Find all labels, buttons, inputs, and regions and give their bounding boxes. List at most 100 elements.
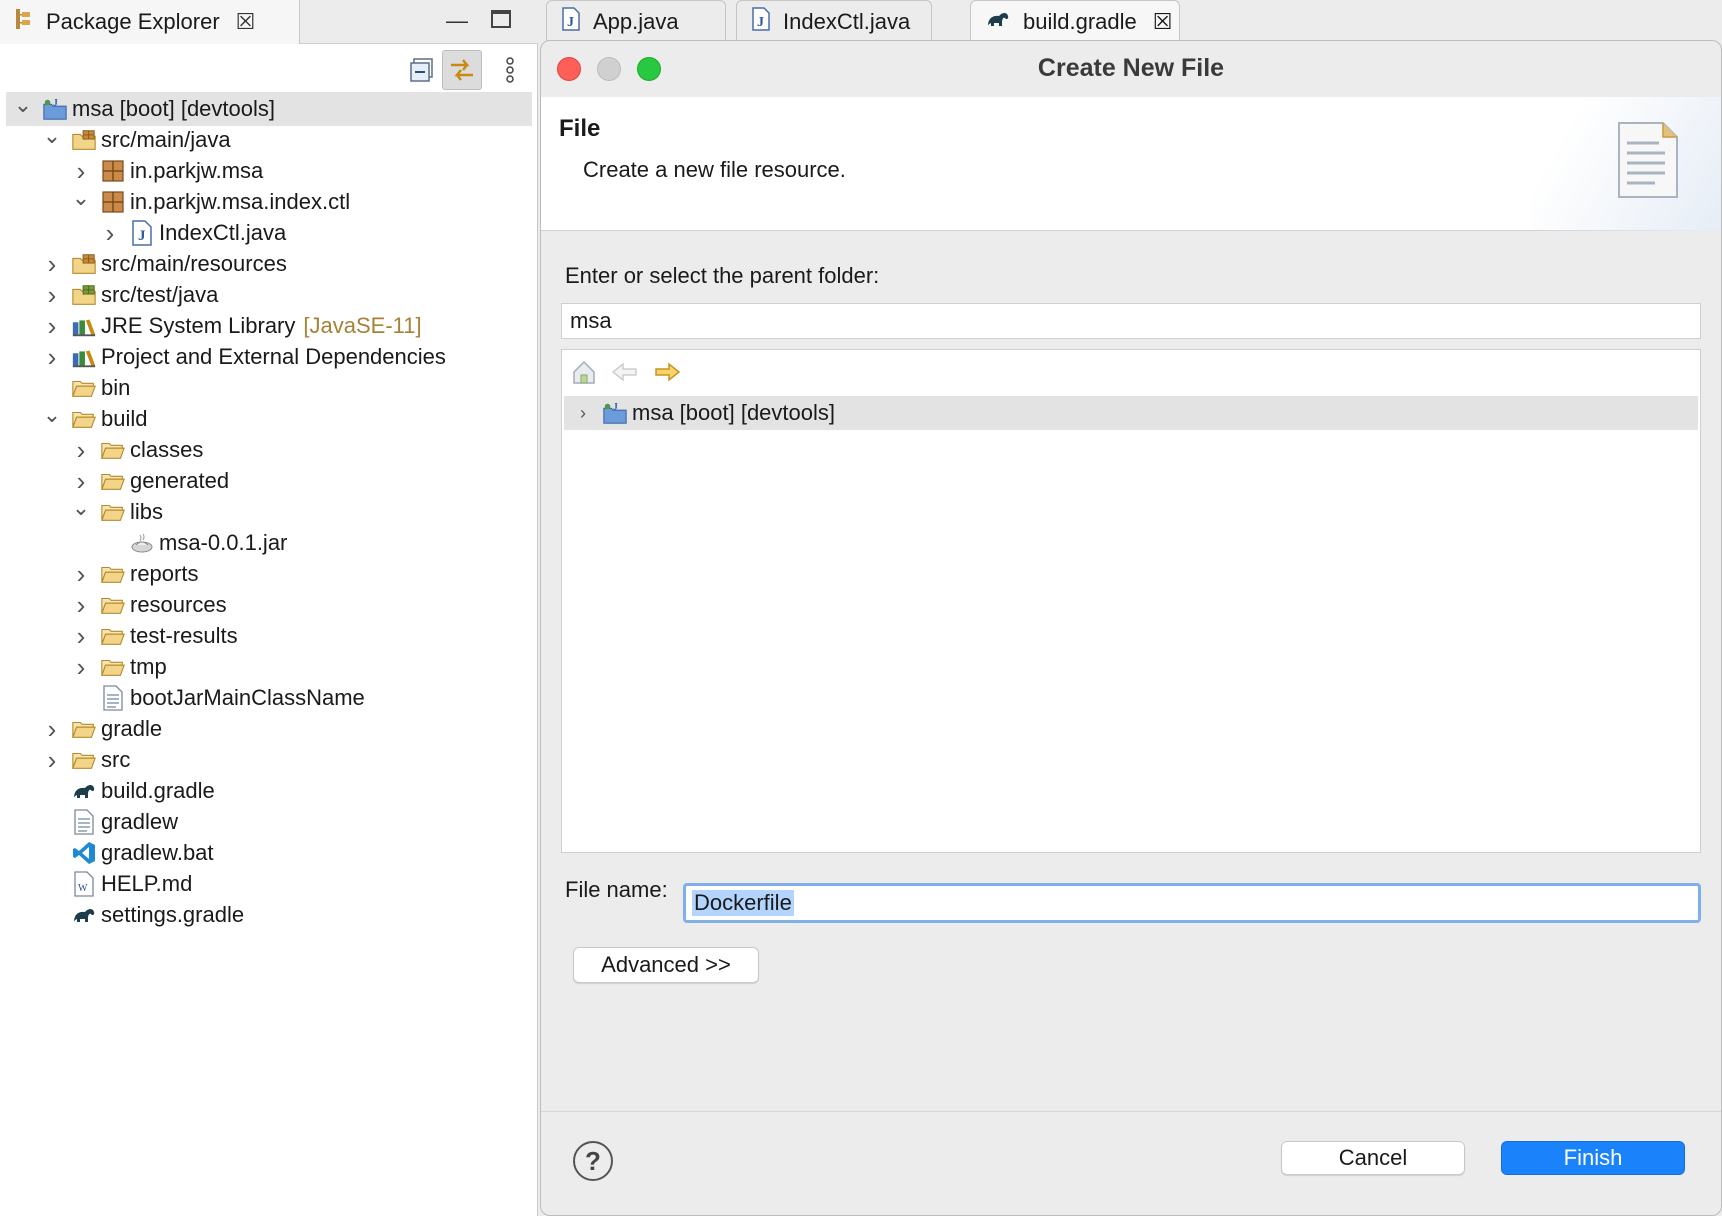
chevron-right-icon[interactable]: › — [99, 218, 121, 248]
chevron-right-icon[interactable]: › — [70, 652, 92, 682]
footer-divider — [541, 1111, 1721, 1112]
tab-package-explorer[interactable]: Package Explorer ☒ — [0, 0, 300, 44]
banner-title: File — [559, 115, 601, 142]
chevron-right-icon[interactable]: › — [41, 249, 63, 279]
collapse-all-icon — [410, 58, 433, 82]
tree-item[interactable]: › resources — [6, 588, 532, 622]
chevron-right-icon[interactable]: › — [70, 621, 92, 651]
tree-item[interactable]: › reports — [6, 557, 532, 591]
tree-item[interactable]: ⌄ src/main/java — [6, 123, 532, 157]
close-icon[interactable]: ☒ — [1153, 9, 1173, 35]
tree-item[interactable]: gradlew — [6, 805, 532, 839]
chevron-right-icon[interactable]: › — [41, 342, 63, 372]
tree-item[interactable]: settings.gradle — [6, 898, 532, 932]
collapse-all-button[interactable] — [402, 50, 442, 90]
tree-item-label: gradle — [101, 716, 163, 741]
forward-arrow-icon[interactable] — [652, 360, 682, 389]
tab-app-java[interactable]: J App.java — [546, 0, 726, 42]
chevron-right-icon[interactable]: › — [41, 311, 63, 341]
tree-item[interactable]: › tmp — [6, 650, 532, 684]
chevron-down-icon[interactable]: ⌄ — [70, 185, 92, 210]
tab-build-gradle[interactable]: build.gradle ☒ — [970, 0, 1180, 42]
close-window-button[interactable] — [557, 57, 581, 81]
tree-item[interactable]: build.gradle — [6, 774, 532, 808]
tree-item[interactable]: › src — [6, 743, 532, 777]
cancel-button[interactable]: Cancel — [1281, 1141, 1465, 1175]
zoom-window-button[interactable] — [637, 57, 661, 81]
tree-item-label: libs — [130, 499, 164, 524]
tree-item[interactable]: msa-0.0.1.jar — [6, 526, 532, 560]
chevron-right-icon[interactable]: › — [41, 280, 63, 310]
chevron-right-icon[interactable]: › — [41, 745, 63, 775]
tree-item[interactable]: › JRE System Library [JavaSE-11] — [6, 309, 532, 343]
folder-tree-toolbar — [570, 356, 682, 392]
chevron-down-icon[interactable]: ⌄ — [70, 495, 92, 520]
tree-item[interactable]: W HELP.md — [6, 867, 532, 901]
chevron-right-icon[interactable]: › — [41, 714, 63, 744]
package-explorer-tabbar: Package Explorer ☒ — — [0, 0, 538, 44]
tree-item[interactable]: gradlew.bat — [6, 836, 532, 870]
java-file-icon: J — [751, 6, 771, 37]
tree-item-label: test-results — [130, 623, 238, 648]
close-icon[interactable]: ☒ — [236, 9, 256, 35]
tree-item[interactable]: › src/test/java — [6, 278, 532, 312]
gradle-icon — [71, 902, 97, 928]
tree-item[interactable]: › generated — [6, 464, 532, 498]
chevron-down-icon[interactable]: ⌄ — [12, 92, 34, 117]
chevron-right-icon[interactable]: › — [70, 466, 92, 496]
folder-icon — [100, 468, 126, 494]
chevron-right-icon[interactable]: › — [70, 559, 92, 589]
tab-label: App.java — [593, 8, 679, 34]
folder-icon — [100, 654, 126, 680]
home-icon[interactable] — [570, 358, 598, 391]
chevron-down-icon[interactable]: ⌄ — [41, 402, 63, 427]
help-button[interactable]: ? — [573, 1141, 613, 1181]
folder-icon — [71, 375, 97, 401]
tree-item[interactable]: › gradle — [6, 712, 532, 746]
tree-item[interactable]: bin — [6, 371, 532, 405]
parent-folder-tree[interactable]: › J msa [boot] [devtools] — [561, 349, 1701, 853]
java-file-icon: J — [561, 6, 581, 37]
tree-item[interactable]: ⌄ Jmsa [boot] [devtools] — [6, 92, 532, 126]
tree-item[interactable]: bootJarMainClassName — [6, 681, 532, 715]
tree-item[interactable]: ⌄ build — [6, 402, 532, 436]
tree-item[interactable]: › test-results — [6, 619, 532, 653]
minimize-window-button[interactable] — [597, 57, 621, 81]
view-menu-button[interactable] — [490, 50, 530, 90]
tree-item[interactable]: › classes — [6, 433, 532, 467]
create-new-file-dialog: Create New File File Create a new file r… — [540, 40, 1722, 1216]
finish-button[interactable]: Finish — [1501, 1141, 1685, 1175]
tree-item[interactable]: ⌄ in.parkjw.msa.index.ctl — [6, 185, 532, 219]
tree-item[interactable]: › Project and External Dependencies — [6, 340, 532, 374]
tree-item[interactable]: › src/main/resources — [6, 247, 532, 281]
tree-item-label: msa-0.0.1.jar — [159, 530, 288, 555]
tree-item-label: src — [101, 747, 131, 772]
java-file-icon: J — [129, 220, 155, 246]
chevron-right-icon[interactable]: › — [70, 156, 92, 186]
file-name-input[interactable]: Dockerfile — [683, 883, 1701, 923]
minimize-icon[interactable]: — — [446, 8, 468, 34]
back-arrow-icon[interactable] — [610, 360, 640, 389]
source-folder-icon — [71, 127, 97, 153]
test-source-folder-icon — [71, 282, 97, 308]
chevron-right-icon[interactable]: › — [572, 402, 594, 424]
file-name-value: Dockerfile — [692, 890, 794, 916]
tree-item-label: msa [boot] [devtools] — [72, 96, 275, 121]
svg-text:J: J — [757, 15, 764, 30]
tree-item[interactable]: ⌄ libs — [6, 495, 532, 529]
tab-indexctl-java[interactable]: J IndexCtl.java — [736, 0, 932, 42]
parent-folder-input[interactable]: msa — [561, 303, 1701, 339]
link-with-editor-button[interactable] — [442, 50, 482, 90]
tree-item-label: JRE System Library — [101, 313, 296, 338]
maximize-icon[interactable] — [490, 8, 512, 36]
folder-icon — [71, 747, 97, 773]
folder-tree-item-msa[interactable]: › J msa [boot] [devtools] — [564, 396, 1698, 430]
tree-item-label: src/main/resources — [101, 251, 287, 276]
advanced-button[interactable]: Advanced >> — [573, 947, 759, 983]
tree-item[interactable]: › J IndexCtl.java — [6, 216, 532, 250]
chevron-right-icon[interactable]: › — [70, 435, 92, 465]
tree-item[interactable]: › in.parkjw.msa — [6, 154, 532, 188]
chevron-right-icon[interactable]: › — [70, 590, 92, 620]
chevron-down-icon[interactable]: ⌄ — [41, 123, 63, 148]
